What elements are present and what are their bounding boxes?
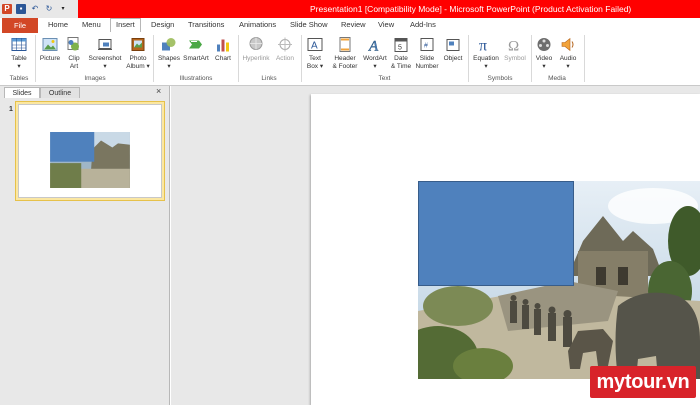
text-box-button[interactable]: A Text Box ▾ [303, 36, 327, 71]
screenshot-button[interactable]: Screenshot ▾ [86, 36, 124, 71]
tab-insert[interactable]: Insert [110, 18, 141, 32]
title-bar: P ▪ ↶ ↻ ▾ Presentation1 [Compatibility M… [0, 0, 700, 18]
ribbon-separator [531, 35, 532, 82]
text-box-icon: A [307, 38, 323, 52]
mytour-watermark-logo: mytour.vn [590, 366, 696, 398]
hyperlink-button[interactable]: Hyperlink [240, 36, 272, 63]
slide-canvas[interactable] [311, 94, 700, 405]
svg-text:Ω: Ω [508, 39, 519, 54]
thumbnail-picture [50, 132, 130, 188]
header-footer-icon [339, 37, 351, 52]
svg-text:#: # [424, 43, 428, 50]
smartart-button[interactable]: SmartArt [182, 36, 210, 63]
group-label-tables: Tables [9, 75, 29, 82]
equation-icon: π [479, 38, 487, 54]
tab-design[interactable]: Design [151, 20, 174, 29]
svg-text:5: 5 [398, 45, 402, 52]
photo-album-button[interactable]: Photo Album ▾ [125, 36, 151, 71]
svg-text:π: π [479, 38, 487, 54]
equation-button[interactable]: π Equation ▾ [471, 36, 501, 71]
tab-menu[interactable]: Menu [82, 20, 101, 29]
close-pane-icon[interactable]: × [156, 86, 161, 96]
window-title: Presentation1 [Compatibility Mode] - Mic… [310, 4, 632, 14]
tab-add-ins[interactable]: Add-Ins [410, 20, 436, 29]
object-icon [446, 39, 460, 51]
action-icon [278, 37, 292, 52]
ribbon: Table ▾ Tables Picture Clip Art Screenshot… [0, 33, 700, 86]
undo-icon[interactable]: ↶ [30, 4, 40, 14]
save-icon[interactable]: ▪ [16, 4, 26, 14]
slide-number-button[interactable]: # Slide Number [413, 36, 441, 71]
tab-review[interactable]: Review [341, 20, 366, 29]
shapes-button[interactable]: Shapes ▾ [156, 36, 182, 71]
tab-file[interactable]: File [2, 18, 38, 33]
quick-access-toolbar: P ▪ ↶ ↻ ▾ [2, 2, 68, 16]
tab-slides[interactable]: Slides [4, 87, 40, 98]
audio-button[interactable]: Audio ▾ [557, 36, 579, 71]
slide-number-label: 1 [9, 106, 13, 113]
clip-art-icon [67, 37, 79, 51]
wordart-button[interactable]: A WordArt ▾ [361, 36, 389, 71]
blue-rectangle-shape[interactable] [418, 181, 574, 286]
powerpoint-logo-icon[interactable]: P [2, 4, 12, 14]
table-button[interactable]: Table ▾ [6, 36, 32, 71]
tab-outline[interactable]: Outline [40, 87, 80, 98]
ribbon-separator [153, 35, 154, 82]
photo-album-icon [131, 38, 145, 51]
group-label-symbols: Symbols [487, 75, 513, 82]
video-icon [537, 38, 551, 51]
tab-home[interactable]: Home [48, 20, 68, 29]
tab-transitions[interactable]: Transitions [188, 20, 224, 29]
shapes-icon [162, 38, 176, 51]
slide-editing-area [171, 86, 700, 405]
slide-number-icon: # [420, 38, 434, 51]
picture-button[interactable]: Picture [37, 36, 63, 63]
svg-text:A: A [311, 41, 318, 52]
ribbon-separator [35, 35, 36, 82]
redo-icon[interactable]: ↻ [44, 4, 54, 14]
wordart-icon: A [368, 38, 379, 54]
date-time-button[interactable]: 5 Date & Time [390, 36, 412, 71]
action-button[interactable]: Action [273, 36, 297, 63]
group-label-links: Links [261, 75, 277, 82]
symbol-icon: Ω [508, 39, 519, 54]
video-button[interactable]: Video ▾ [533, 36, 555, 71]
picture-icon [42, 38, 58, 51]
chart-icon [217, 39, 229, 52]
object-button[interactable]: Object [442, 36, 464, 63]
group-label-illustrations: Illustrations [179, 75, 213, 82]
table-icon [11, 38, 27, 51]
group-label-media: Media [548, 75, 566, 82]
tab-animations[interactable]: Animations [239, 20, 276, 29]
svg-text:A: A [368, 39, 379, 54]
chart-button[interactable]: Chart [212, 36, 234, 63]
ribbon-tabs: File Home Menu Insert Design Transitions… [0, 18, 700, 33]
smartart-icon [189, 40, 202, 49]
clip-art-button[interactable]: Clip Art [64, 36, 84, 71]
header-footer-button[interactable]: Header & Footer [328, 36, 362, 71]
slides-pane: Slides Outline × 1 [0, 86, 170, 405]
symbol-button[interactable]: Ω Symbol [502, 36, 528, 63]
group-label-images: Images [84, 75, 106, 82]
ribbon-separator [468, 35, 469, 82]
group-label-text: Text [378, 75, 391, 82]
tab-view[interactable]: View [378, 20, 394, 29]
audio-icon [561, 37, 574, 52]
ribbon-separator [238, 35, 239, 82]
ribbon-separator [584, 35, 585, 82]
date-time-icon: 5 [394, 38, 408, 52]
slide-thumbnail[interactable] [18, 104, 162, 198]
tab-slide-show[interactable]: Slide Show [290, 20, 328, 29]
hyperlink-icon [249, 37, 263, 50]
screenshot-icon [98, 39, 112, 50]
customize-qat-icon[interactable]: ▾ [58, 4, 68, 14]
ribbon-separator [301, 35, 302, 82]
